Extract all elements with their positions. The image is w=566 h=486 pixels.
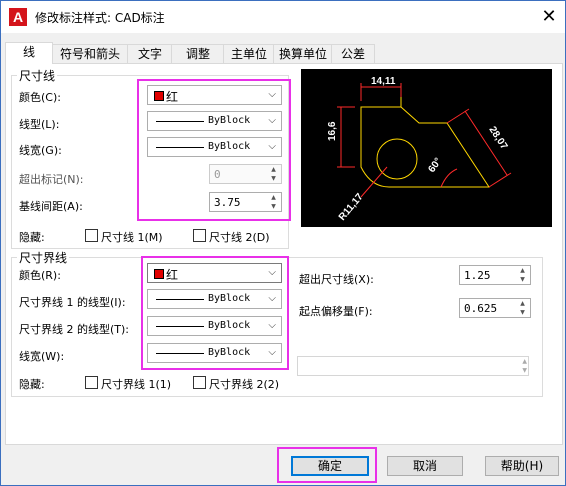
tab-text[interactable]: 文字 bbox=[127, 44, 173, 63]
chevron-down-icon: ⌵ bbox=[268, 115, 276, 126]
tab-fit[interactable]: 调整 bbox=[171, 44, 225, 63]
dim-lineweight-combo[interactable]: ByBlock ⌵ bbox=[147, 137, 282, 157]
tab-symbols-arrows[interactable]: 符号和箭头 bbox=[51, 44, 129, 63]
spin-down-icon[interactable]: ▼ bbox=[267, 175, 280, 183]
fixed-length-field[interactable]: ▲ ▼ bbox=[297, 356, 529, 376]
suppress-dim-line1-checkbox[interactable] bbox=[85, 229, 98, 242]
ok-button[interactable]: 确定 bbox=[291, 456, 369, 476]
offset-origin-value: 0.625 bbox=[464, 302, 498, 315]
spin-down-icon[interactable]: ▼ bbox=[522, 367, 527, 374]
help-button[interactable]: 帮助(H) bbox=[485, 456, 559, 476]
tab-primary-units[interactable]: 主单位 bbox=[223, 44, 275, 63]
ext-lines-title: 尺寸界线 bbox=[17, 249, 70, 266]
baseline-spacing-label: 基线间距(A): bbox=[19, 200, 83, 213]
line-sample bbox=[156, 353, 204, 354]
spin-down-icon[interactable]: ▼ bbox=[516, 276, 529, 284]
dim-color-label: 颜色(C): bbox=[19, 91, 61, 104]
ext-color-value: 红 bbox=[166, 268, 179, 282]
baseline-spacing-value: 3.75 bbox=[214, 196, 241, 209]
autocad-logo-icon: A bbox=[9, 8, 27, 26]
suppress-dim-line1-label: 尺寸线 1(M) bbox=[101, 231, 163, 244]
preview-dim-left: 16,6 bbox=[327, 121, 338, 141]
dim-suppress-label: 隐藏: bbox=[19, 231, 45, 244]
ext-linetype1-label: 尺寸界线 1 的线型(I): bbox=[19, 296, 126, 309]
close-icon[interactable]: ✕ bbox=[537, 5, 561, 29]
ext-color-combo[interactable]: 红 ⌵ bbox=[147, 263, 282, 283]
dim-linetype-label: 线型(L): bbox=[19, 118, 60, 131]
suppress-ext-line1-checkbox[interactable] bbox=[85, 376, 98, 389]
spin-up-icon[interactable]: ▲ bbox=[522, 358, 527, 365]
ext-lineweight-value: ByBlock bbox=[208, 347, 251, 358]
extend-beyond-value: 1.25 bbox=[464, 269, 491, 282]
suppress-dim-line2-checkbox[interactable] bbox=[193, 229, 206, 242]
suppress-ext-line2-label: 尺寸界线 2(2) bbox=[209, 378, 280, 391]
red-swatch bbox=[154, 91, 164, 101]
ext-lineweight-combo[interactable]: ByBlock ⌵ bbox=[147, 343, 282, 363]
ext-linetype2-combo[interactable]: ByBlock ⌵ bbox=[147, 316, 282, 336]
red-swatch bbox=[154, 269, 164, 279]
dim-lines-title: 尺寸线 bbox=[17, 67, 58, 84]
line-sample bbox=[156, 299, 204, 300]
chevron-down-icon: ⌵ bbox=[268, 89, 276, 100]
baseline-spacing-spinner[interactable]: 3.75 ▲ ▼ bbox=[209, 192, 282, 212]
preview-dim-angle: 60° bbox=[426, 156, 444, 175]
line-sample bbox=[156, 121, 204, 122]
dimension-preview: 14,11 16,6 28,07 60° R11,17 bbox=[301, 69, 552, 227]
title-bar: A 修改标注样式: CAD标注 ✕ bbox=[1, 1, 565, 33]
extend-beyond-spinner[interactable]: 1.25 ▲ ▼ bbox=[459, 265, 531, 285]
line-sample bbox=[156, 147, 204, 148]
ext-linetype1-combo[interactable]: ByBlock ⌵ bbox=[147, 289, 282, 309]
chevron-down-icon: ⌵ bbox=[268, 347, 276, 358]
suppress-dim-line2-label: 尺寸线 2(D) bbox=[209, 231, 270, 244]
spin-down-icon[interactable]: ▼ bbox=[516, 309, 529, 317]
dim-lineweight-label: 线宽(G): bbox=[19, 144, 62, 157]
ext-lineweight-label: 线宽(W): bbox=[19, 350, 65, 363]
spin-up-icon[interactable]: ▲ bbox=[516, 267, 529, 275]
offset-origin-spinner[interactable]: 0.625 ▲ ▼ bbox=[459, 298, 531, 318]
dim-color-combo[interactable]: 红 ⌵ bbox=[147, 85, 282, 105]
suppress-ext-line2-checkbox[interactable] bbox=[193, 376, 206, 389]
preview-dim-radius: R11,17 bbox=[337, 191, 366, 223]
ext-linetype1-value: ByBlock bbox=[208, 293, 251, 304]
offset-origin-label: 起点偏移量(F): bbox=[299, 305, 373, 318]
ext-suppress-label: 隐藏: bbox=[19, 378, 45, 391]
preview-shape bbox=[360, 97, 490, 188]
dim-lineweight-value: ByBlock bbox=[208, 141, 251, 152]
spin-up-icon[interactable]: ▲ bbox=[267, 194, 280, 202]
chevron-down-icon: ⌵ bbox=[268, 267, 276, 278]
chevron-down-icon: ⌵ bbox=[268, 141, 276, 152]
preview-dim-diag: 28,07 bbox=[486, 125, 509, 152]
ext-color-label: 颜色(R): bbox=[19, 269, 61, 282]
ext-linetype2-label: 尺寸界线 2 的线型(T): bbox=[19, 323, 129, 336]
tab-alternate-units[interactable]: 换算单位 bbox=[273, 44, 333, 63]
tab-tolerances[interactable]: 公差 bbox=[331, 44, 375, 63]
dim-linetype-value: ByBlock bbox=[208, 115, 251, 126]
extend-beyond-label: 超出尺寸线(X): bbox=[299, 273, 374, 286]
spin-down-icon[interactable]: ▼ bbox=[267, 203, 280, 211]
dim-linetype-combo[interactable]: ByBlock ⌵ bbox=[147, 111, 282, 131]
extend-ticks-value: 0 bbox=[214, 168, 221, 181]
cancel-button[interactable]: 取消 bbox=[387, 456, 463, 476]
spin-up-icon[interactable]: ▲ bbox=[516, 300, 529, 308]
extend-ticks-label: 超出标记(N): bbox=[19, 173, 84, 186]
window-title: 修改标注样式: CAD标注 bbox=[35, 11, 165, 25]
chevron-down-icon: ⌵ bbox=[268, 320, 276, 331]
preview-drawing: 14,11 16,6 28,07 60° R11,17 bbox=[327, 76, 512, 223]
extend-ticks-spinner[interactable]: 0 ▲ ▼ bbox=[209, 164, 282, 184]
ext-linetype2-value: ByBlock bbox=[208, 320, 251, 331]
tab-lines[interactable]: 线 bbox=[5, 42, 53, 64]
preview-dim-top: 14,11 bbox=[371, 76, 396, 87]
chevron-down-icon: ⌵ bbox=[268, 293, 276, 304]
line-sample bbox=[156, 326, 204, 327]
dim-color-value: 红 bbox=[166, 90, 179, 104]
spin-up-icon[interactable]: ▲ bbox=[267, 166, 280, 174]
dialog-window: A 修改标注样式: CAD标注 ✕ 线 符号和箭头 文字 调整 主单位 换算单位… bbox=[0, 0, 566, 486]
suppress-ext-line1-label: 尺寸界线 1(1) bbox=[101, 378, 172, 391]
